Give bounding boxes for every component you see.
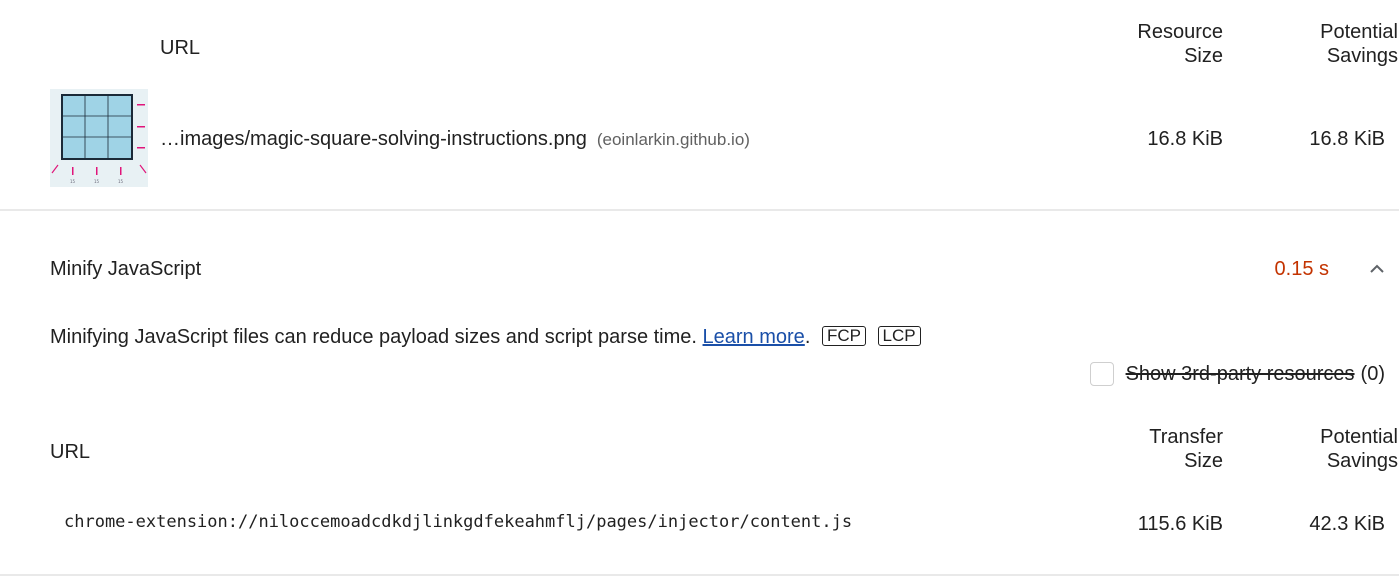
column-header-url: URL	[160, 37, 201, 59]
third-party-label[interactable]: Show 3rd-party resources	[1126, 362, 1355, 386]
tag-lcp: LCP	[877, 326, 921, 346]
audit-header-minify-javascript[interactable]: Minify JavaScript 0.15 s	[0, 230, 1399, 300]
audit-score: 0.15 s	[1274, 258, 1329, 280]
table-row: 15 15 15 …images/magic-square-solving-inst…	[0, 86, 1399, 190]
resource-url[interactable]: …images/magic-square-solving-instruction…	[160, 126, 750, 153]
audit-title: Minify JavaScript	[50, 258, 202, 280]
script-url[interactable]: chrome-extension://niloccemoadcdkdjlinkg…	[64, 511, 852, 533]
potential-savings-value: 42.3 KiB	[1309, 513, 1385, 535]
third-party-filter[interactable]: Show 3rd-party resources (0)	[1089, 362, 1385, 386]
third-party-count: (0)	[1360, 363, 1385, 385]
column-header-url: URL	[50, 441, 91, 463]
tag-fcp: FCP	[821, 326, 866, 346]
table-row: chrome-extension://niloccemoadcdkdjlinkg…	[0, 500, 1399, 550]
column-header-resource-size: Resource Size	[1137, 21, 1223, 67]
svg-text:15: 15	[70, 179, 76, 184]
image-thumbnail-icon[interactable]: 15 15 15	[50, 89, 148, 187]
column-header-potential-savings: Potential Savings	[1320, 21, 1398, 67]
third-party-checkbox[interactable]	[1089, 362, 1114, 386]
resource-origin: (eoinlarkin.github.io)	[596, 130, 750, 149]
audit-description: Minifying JavaScript files can reduce pa…	[50, 324, 921, 350]
column-header-potential-savings: Potential Savings	[1320, 426, 1398, 472]
svg-text:15: 15	[94, 179, 100, 184]
transfer-size-value: 115.6 KiB	[1137, 513, 1223, 535]
resource-size-value: 16.8 KiB	[1147, 128, 1223, 150]
section-divider	[0, 209, 1399, 211]
svg-text:15: 15	[118, 179, 124, 184]
section-divider	[0, 574, 1399, 576]
learn-more-link[interactable]: Learn more	[703, 326, 805, 348]
potential-savings-value: 16.8 KiB	[1309, 128, 1385, 150]
chevron-up-icon[interactable]	[1366, 258, 1388, 280]
column-header-transfer-size: Transfer Size	[1149, 426, 1223, 472]
